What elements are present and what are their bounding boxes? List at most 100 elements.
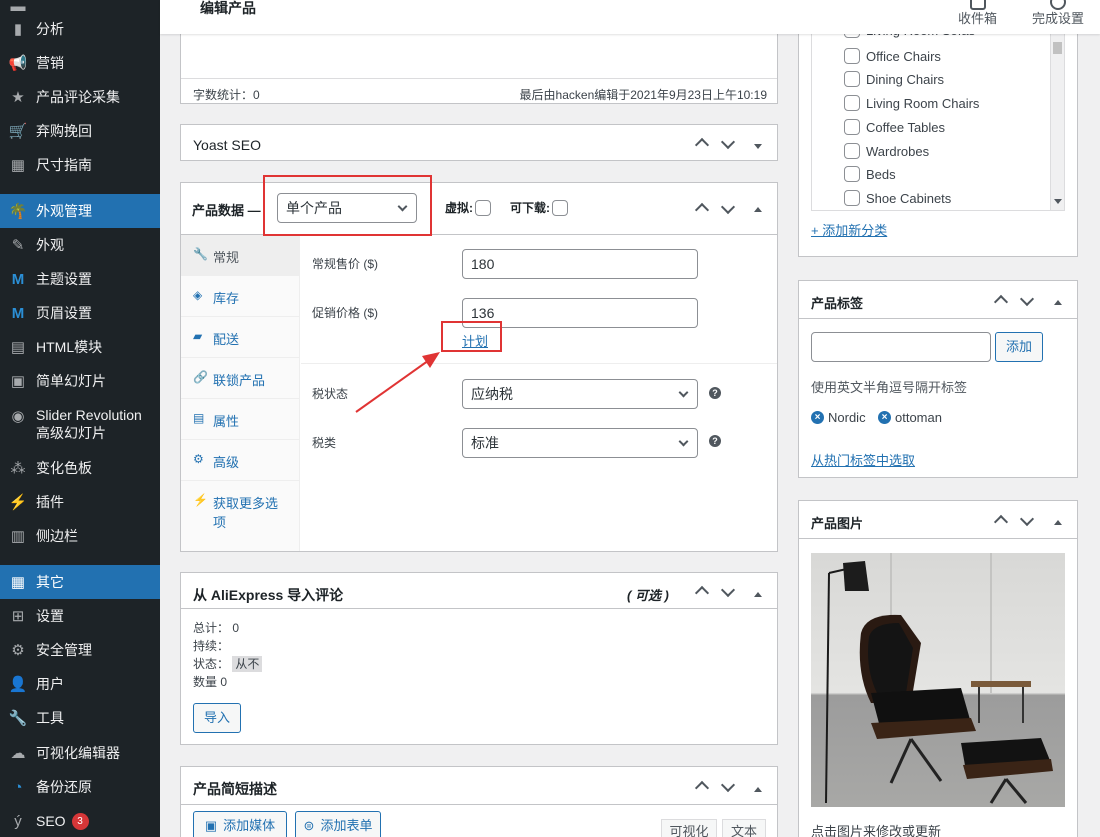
add-new-category-link[interactable]: + 添加新分类 — [811, 220, 887, 239]
move-up-button[interactable] — [693, 136, 711, 153]
scroll-down-icon[interactable] — [1054, 192, 1062, 207]
remove-tag-icon[interactable]: × — [878, 411, 891, 424]
sidebar-item-simple-slider[interactable]: ▣ 简单幻灯片 — [0, 369, 160, 393]
sidebar-item-size-guide[interactable]: ▦ 尺寸指南 — [0, 153, 160, 177]
sidebar-item-reviews[interactable]: ★ 产品评论采集 — [0, 85, 160, 109]
category-checkbox[interactable] — [844, 190, 860, 206]
tab-inventory[interactable]: ◈ 库存 — [181, 276, 299, 317]
page-title: 编辑产品 — [200, 0, 256, 16]
form-icon: ⊜ — [303, 818, 315, 833]
tab-text[interactable]: 文本 — [722, 819, 766, 837]
add-media-button[interactable]: ▣ 添加媒体 — [193, 811, 287, 837]
status-label: 状态： — [193, 657, 230, 671]
sidebar-item-other[interactable]: ▦ 其它 — [0, 565, 160, 599]
yoast-title[interactable]: Yoast SEO — [193, 137, 261, 153]
category-checkbox[interactable] — [844, 143, 860, 159]
category-item[interactable]: Shoe Cabinets — [844, 190, 951, 206]
category-item[interactable]: Wardrobes — [844, 143, 929, 159]
tab-visual[interactable]: 可视化 — [661, 819, 717, 837]
sidebar-item-header-settings[interactable]: M 页眉设置 — [0, 301, 160, 325]
move-down-button[interactable] — [719, 199, 737, 215]
category-checkbox[interactable] — [844, 166, 860, 182]
tab-linked-products[interactable]: 🔗 联锁产品 — [181, 358, 299, 399]
move-down-button[interactable] — [719, 134, 737, 150]
finish-setup-button[interactable]: 完成设置 — [1032, 0, 1084, 27]
add-form-button[interactable]: ⊜ 添加表单 — [295, 811, 381, 837]
sidebar-item-security[interactable]: ⚙ 安全管理 — [0, 638, 160, 662]
tab-general[interactable]: 🔧 常规 — [181, 235, 299, 276]
regular-price-input[interactable]: 180 — [462, 249, 698, 279]
category-checkbox[interactable] — [844, 71, 860, 87]
sidebar-item-marketing[interactable]: 📢 营销 — [0, 51, 160, 75]
list-icon: ▤ — [193, 411, 205, 425]
downloadable-checkbox[interactable] — [552, 199, 568, 216]
tag-label: ottoman — [895, 410, 942, 425]
category-scrollbar[interactable] — [1050, 28, 1064, 210]
move-down-button[interactable] — [719, 582, 737, 598]
help-icon[interactable]: ? — [709, 435, 721, 447]
category-checkbox[interactable] — [844, 48, 860, 64]
category-item[interactable]: Office Chairs — [844, 48, 941, 64]
tab-advanced[interactable]: ⚙ 高级 — [181, 440, 299, 481]
category-checkbox[interactable] — [844, 95, 860, 111]
sale-price-label: 促销价格 ($) — [312, 306, 379, 320]
tab-shipping[interactable]: ▰ 配送 — [181, 317, 299, 358]
help-icon[interactable]: ? — [709, 387, 721, 399]
import-button[interactable]: 导入 — [193, 703, 241, 733]
category-item[interactable]: Coffee Tables — [844, 119, 945, 135]
category-item[interactable]: Beds — [844, 166, 896, 182]
sidebar-item-settings[interactable]: ⊞ 设置 — [0, 604, 160, 628]
product-image[interactable] — [811, 553, 1065, 807]
sidebar-item-seo[interactable]: ý SEO 3 — [0, 809, 160, 833]
sidebar-item-visual-editor[interactable]: ☁ 可视化编辑器 — [0, 741, 160, 765]
sidebar-item-cart-recovery[interactable]: 🛒 弃购挽回 — [0, 119, 160, 143]
category-item[interactable]: Living Room Chairs — [844, 95, 979, 111]
virtual-checkbox[interactable] — [475, 199, 491, 216]
aliexpress-stats: 总计： 0 持续： 状态： 从不 数量 0 — [193, 619, 263, 691]
move-up-button[interactable] — [693, 779, 711, 796]
sidebar-item-analytics[interactable]: ▮ 分析 — [0, 17, 160, 41]
sidebar-item-tools[interactable]: 🔧 工具 — [0, 706, 160, 730]
sidebar-item-sidebars[interactable]: ▥ 侧边栏 — [0, 524, 160, 548]
move-up-button[interactable] — [693, 201, 711, 218]
toggle-panel-button[interactable] — [749, 781, 767, 795]
toggle-panel-button[interactable] — [749, 201, 767, 215]
new-tag-input[interactable] — [811, 332, 991, 362]
sidebar-item-swatches[interactable]: ⁂ 变化色板 — [0, 456, 160, 480]
tab-attributes[interactable]: ▤ 属性 — [181, 399, 299, 440]
toggle-panel-button[interactable] — [1049, 514, 1067, 528]
scrollbar-thumb[interactable] — [1053, 42, 1062, 54]
toggle-panel-button[interactable] — [1049, 294, 1067, 308]
add-tag-button[interactable]: 添加 — [995, 332, 1043, 362]
category-item[interactable]: Dining Chairs — [844, 71, 944, 87]
category-checklist[interactable]: Living Room Sofas Office Chairs Dining C… — [811, 27, 1065, 211]
toggle-panel-button[interactable] — [749, 586, 767, 600]
tax-class-select[interactable]: 标准 — [462, 428, 698, 458]
sidebar-item-appearance[interactable]: ✎ 外观 — [0, 233, 160, 257]
move-down-button[interactable] — [719, 777, 737, 793]
category-checkbox[interactable] — [844, 119, 860, 135]
sidebar-item-backup[interactable]: ◔ 备份还原 — [0, 775, 160, 799]
move-down-button[interactable] — [1018, 291, 1036, 307]
sidebar-item-partial[interactable]: ▬ — [0, 0, 160, 12]
remove-tag-icon[interactable]: × — [811, 411, 824, 424]
move-up-button[interactable] — [693, 584, 711, 601]
sidebar-item-plugins[interactable]: ⚡ 插件 — [0, 490, 160, 514]
sidebar-item-theme-settings[interactable]: M 主题设置 — [0, 267, 160, 291]
toggle-panel-button[interactable] — [749, 138, 767, 152]
tab-get-more-label: 获取更多选项 — [213, 493, 278, 531]
sidebar-item-appearance-management[interactable]: 🌴 外观管理 — [0, 194, 160, 228]
sidebar-item-users[interactable]: 👤 用户 — [0, 672, 160, 696]
tab-get-more[interactable]: ⚡ 获取更多选项 — [181, 481, 299, 543]
move-up-button[interactable] — [992, 293, 1010, 310]
plug-icon: ⚡ — [193, 493, 208, 507]
choose-popular-tags-link[interactable]: 从热门标签中选取 — [811, 450, 915, 469]
sidebar-item-html-module[interactable]: ▤ HTML模块 — [0, 335, 160, 359]
move-up-button[interactable] — [992, 513, 1010, 530]
inbox-button[interactable]: 收件箱 — [958, 0, 997, 27]
sidebar-item-slider-revolution[interactable]: ◉ Slider Revolution 高级幻灯片 — [0, 406, 160, 444]
move-down-button[interactable] — [1018, 511, 1036, 527]
inbox-icon — [969, 0, 986, 10]
tax-status-select[interactable]: 应纳税 — [462, 379, 698, 409]
tab-advanced-label: 高级 — [213, 455, 240, 470]
